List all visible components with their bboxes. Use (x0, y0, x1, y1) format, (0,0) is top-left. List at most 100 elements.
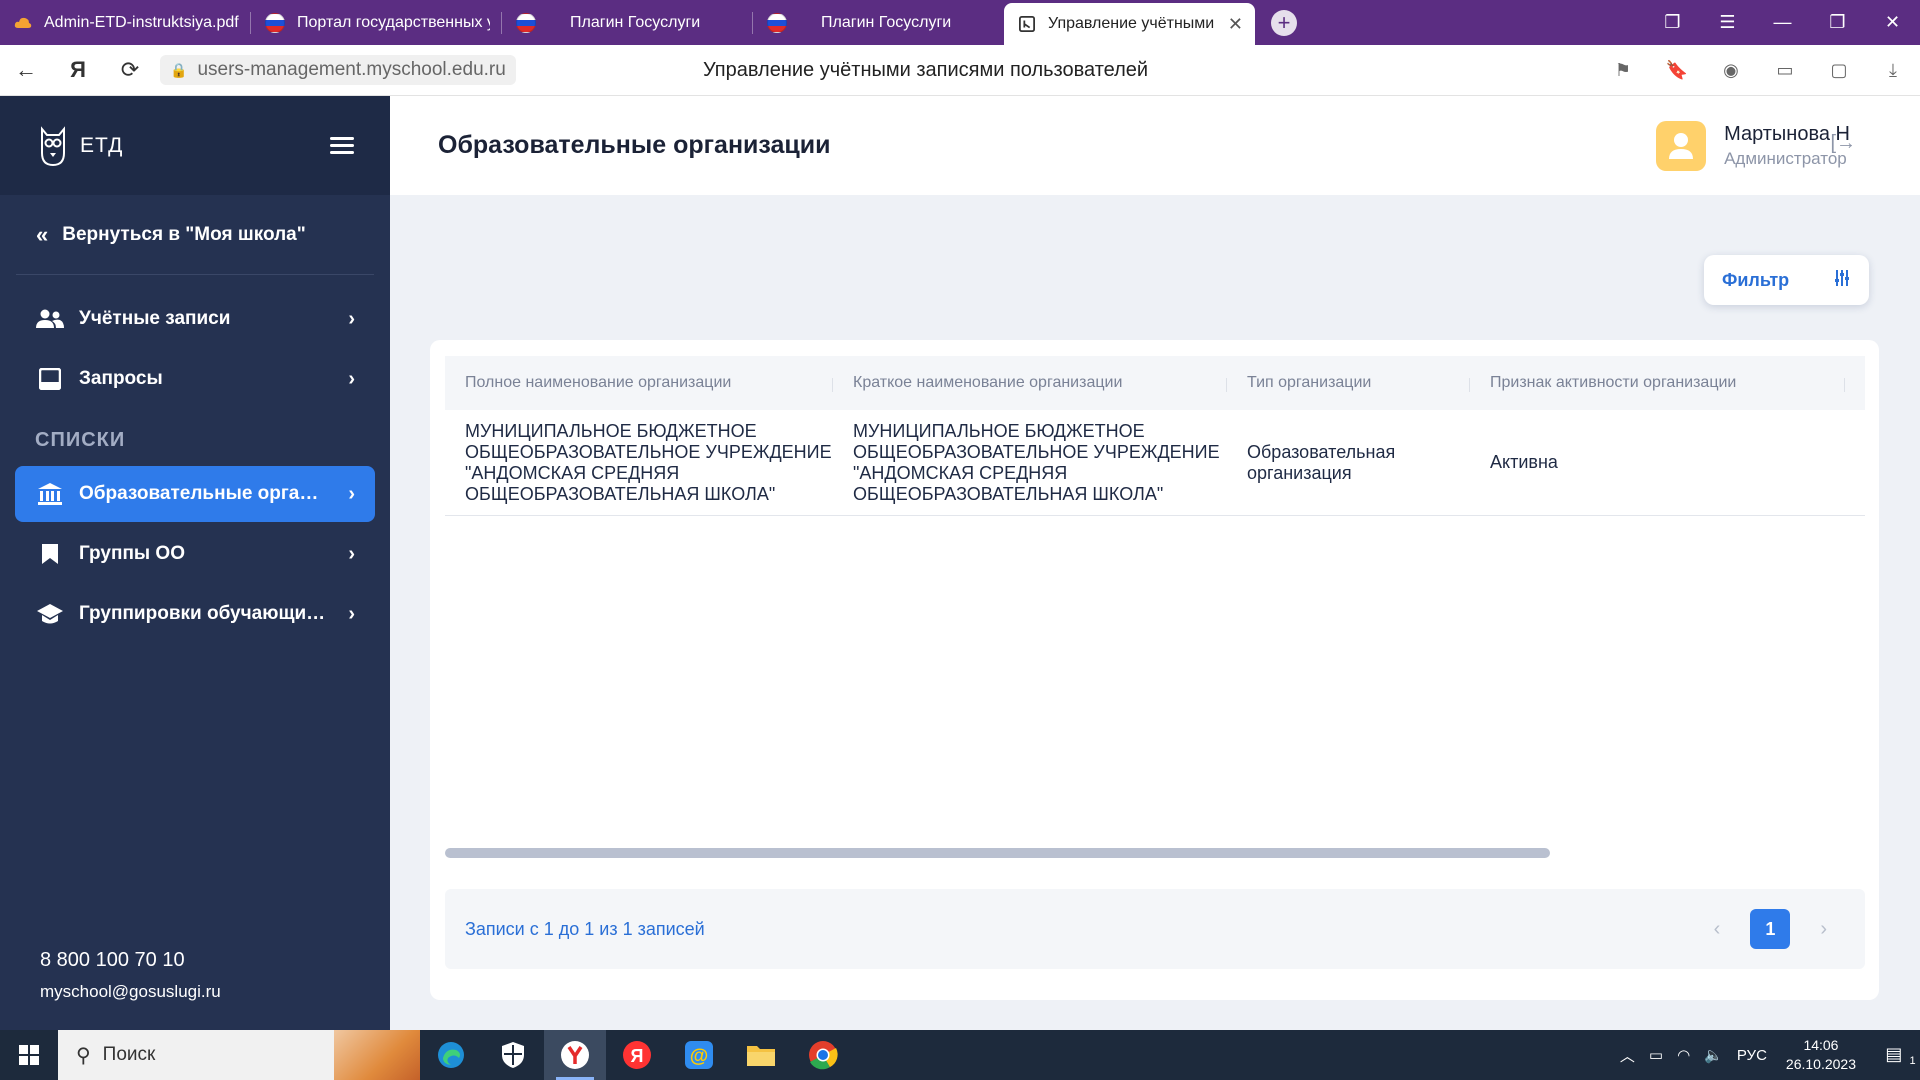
cell-full-name: МУНИЦИПАЛЬНОЕ БЮДЖЕТНОЕ ОБЩЕОБРАЗОВАТЕЛЬ… (465, 420, 832, 504)
page-number-button[interactable]: 1 (1750, 909, 1791, 949)
yandex-icon[interactable]: Я (52, 57, 104, 83)
security-app-icon[interactable] (482, 1030, 544, 1080)
translate-icon[interactable]: ⚑ (1596, 60, 1650, 81)
table-header: Полное наименование организации Краткое … (445, 356, 1865, 410)
close-window-icon[interactable]: ✕ (1865, 12, 1920, 33)
clock[interactable]: 14:06 26.10.2023 (1786, 1036, 1856, 1074)
cell-short-name: МУНИЦИПАЛЬНОЕ БЮДЖЕТНОЕ ОБЩЕОБРАЗОВАТЕЛЬ… (853, 420, 1220, 504)
sidebar-item-org-groups[interactable]: Группы ОО › (15, 526, 375, 582)
file-explorer-app-icon[interactable] (730, 1030, 792, 1080)
lists-section-label: СПИСКИ (35, 429, 126, 451)
windows-start-icon[interactable] (0, 1045, 58, 1065)
yandex-app-icon[interactable]: Я (606, 1030, 668, 1080)
support-email[interactable]: myschool@gosuslugi.ru (40, 982, 221, 1002)
chevron-right-icon: › (348, 307, 355, 330)
pdf-cloud-icon (14, 17, 32, 28)
extension-icon[interactable]: ◉ (1704, 60, 1758, 81)
language-indicator[interactable]: РУС (1737, 1047, 1767, 1064)
sidebar-item-requests[interactable]: Запросы › (15, 351, 375, 407)
mail-app-icon[interactable]: @ (668, 1030, 730, 1080)
filter-button[interactable]: Фильтр (1704, 255, 1869, 305)
avatar (1656, 120, 1707, 171)
horizontal-scrollbar[interactable] (445, 848, 1550, 858)
user-profile[interactable]: Мартынова Н Администратор (1656, 120, 1850, 171)
windows-taskbar: ⚲ Поиск Я @ ︿ ▭ ◠ 🔈 РУС 14:06 26.10.2023… (0, 1030, 1920, 1080)
logout-icon[interactable]: [→ (1830, 132, 1856, 155)
search-highlight-image (334, 1030, 420, 1080)
page-title-display: Управление учётными записями пользовател… (703, 59, 1149, 81)
notifications-icon[interactable]: ▤ 1 (1874, 1044, 1920, 1067)
url-field[interactable]: 🔒 users-management.myschool.edu.ru (160, 55, 516, 85)
restore-icon[interactable]: ❐ (1810, 12, 1865, 33)
users-icon (35, 307, 65, 331)
browser-tab-bar: Admin-ETD-instruktsiya.pdf Портал госуда… (0, 0, 1920, 45)
taskbar-search[interactable]: ⚲ Поиск (58, 1030, 420, 1080)
svg-text:@: @ (690, 1046, 709, 1067)
table-row[interactable]: МУНИЦИПАЛЬНОЕ БЮДЖЕТНОЕ ОБЩЕОБРАЗОВАТЕЛЬ… (445, 410, 1865, 516)
tab-admin-pdf[interactable]: Admin-ETD-instruktsiya.pdf (0, 0, 251, 45)
institution-icon (35, 482, 65, 506)
back-to-myschool-link[interactable]: « Вернуться в "Моя школа" (16, 195, 374, 275)
russia-flag-icon (767, 12, 787, 33)
chevron-right-icon: › (348, 542, 355, 565)
svg-text:Я: Я (631, 1046, 644, 1066)
tab-user-management[interactable]: Управление учётными ✕ (1004, 3, 1255, 45)
hamburger-menu-icon[interactable] (330, 133, 354, 158)
chevron-up-icon[interactable]: ︿ (1620, 1045, 1635, 1066)
sidebar: ЕТД « Вернуться в "Моя школа" Учётные за… (0, 96, 390, 1030)
chrome-app-icon[interactable] (792, 1030, 854, 1080)
support-phone[interactable]: 8 800 100 70 10 (40, 949, 221, 972)
new-tab-button[interactable]: + (1271, 10, 1297, 36)
pagination-bar: Записи с 1 до 1 из 1 записей ‹ 1 › (445, 889, 1865, 969)
protect-icon[interactable]: ▢ (1812, 60, 1866, 81)
chevron-right-icon: › (348, 482, 355, 505)
records-summary: Записи с 1 до 1 из 1 записей (465, 918, 705, 939)
cell-status: Активна (1490, 452, 1558, 472)
edge-app-icon[interactable] (420, 1030, 482, 1080)
user-icon (1669, 132, 1694, 159)
column-header-activity[interactable]: Признак активности организации (1470, 374, 1845, 392)
downloads-icon[interactable]: ⤓ (1866, 60, 1920, 81)
graduation-cap-icon (35, 602, 65, 626)
brand-name: ЕТД (80, 133, 124, 157)
previous-page-icon[interactable]: ‹ (1714, 918, 1721, 941)
bookmark-icon[interactable]: 🔖 (1650, 60, 1704, 81)
browser-menu-icon[interactable]: ☰ (1700, 12, 1755, 33)
lock-icon: 🔒 (170, 61, 188, 78)
battery-saver-icon[interactable]: ▭ (1758, 60, 1812, 81)
minimize-icon[interactable]: — (1755, 12, 1810, 33)
yandex-browser-app-icon[interactable] (544, 1030, 606, 1080)
close-tab-icon[interactable]: ✕ (1228, 14, 1243, 35)
battery-icon[interactable]: ▭ (1649, 1046, 1663, 1064)
system-tray: ︿ ▭ ◠ 🔈 РУС 14:06 26.10.2023 ▤ 1 (1613, 1036, 1920, 1074)
tab-plugin-gosuslugi-2[interactable]: Плагин Госуслуги (753, 0, 1004, 45)
sliders-icon (1833, 269, 1851, 292)
etd-icon (1019, 16, 1035, 32)
address-bar: ← Я ⟳ 🔒 users-management.myschool.edu.ru… (0, 45, 1920, 96)
column-header-full-name[interactable]: Полное наименование организации (445, 374, 833, 392)
next-page-icon[interactable]: › (1820, 918, 1827, 941)
russia-flag-icon (265, 12, 285, 33)
inbox-icon (35, 367, 65, 391)
tab-plugin-gosuslugi-1[interactable]: Плагин Госуслуги (502, 0, 753, 45)
bookmark-icon (35, 542, 65, 566)
sidebar-item-student-groupings[interactable]: Группировки обучающихся › (15, 586, 375, 642)
search-icon: ⚲ (76, 1044, 91, 1067)
tab-collections-icon[interactable]: ❐ (1645, 12, 1700, 33)
tab-gosuslugi-portal[interactable]: Портал государственных у (251, 0, 502, 45)
volume-icon[interactable]: 🔈 (1704, 1046, 1723, 1064)
owl-logo-icon (41, 125, 65, 166)
support-contacts: 8 800 100 70 10 myschool@gosuslugi.ru (40, 949, 221, 1002)
column-header-short-name[interactable]: Краткое наименование организации (833, 374, 1227, 392)
reload-icon[interactable]: ⟳ (104, 57, 156, 83)
back-arrow-icon[interactable]: ← (0, 57, 52, 83)
main-header: Образовательные организации Мартынова Н … (390, 96, 1920, 195)
sidebar-item-organizations[interactable]: Образовательные организа... › (15, 466, 375, 522)
cell-type: Образовательная организация (1247, 441, 1396, 483)
chevron-right-icon: › (348, 602, 355, 625)
column-header-type[interactable]: Тип организации (1227, 374, 1470, 392)
page-title: Образовательные организации (438, 131, 831, 159)
organizations-table-card: Полное наименование организации Краткое … (430, 340, 1879, 1000)
sidebar-item-accounts[interactable]: Учётные записи › (15, 291, 375, 347)
wifi-icon[interactable]: ◠ (1677, 1046, 1690, 1064)
